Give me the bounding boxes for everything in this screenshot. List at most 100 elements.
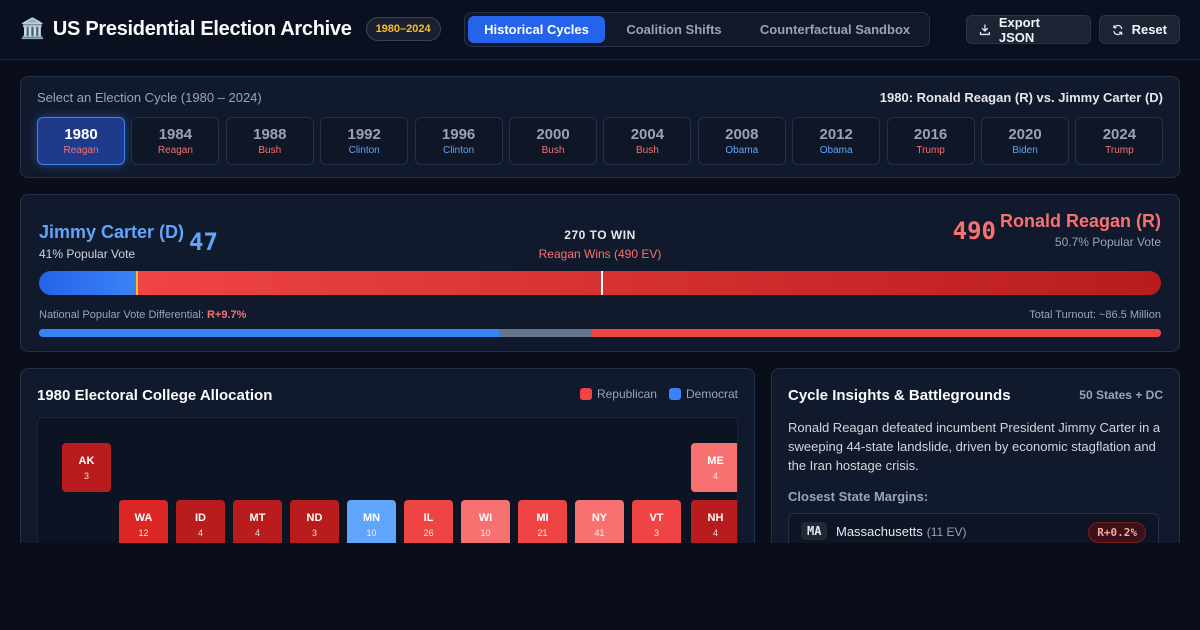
state-tile-nh[interactable]: NH 4 (691, 500, 737, 549)
state-tile-mt[interactable]: MT 4 (233, 500, 282, 549)
year-winner: Trump (916, 145, 945, 156)
state-electoral-votes: 4 (197, 528, 203, 538)
year-button-1984[interactable]: 1984 Reagan (131, 117, 220, 165)
state-tile-ny[interactable]: NY 41 (575, 500, 624, 549)
brand: 🏛️ US Presidential Election Archive 1980… (20, 17, 441, 41)
view-tabs: Historical Cycles Coalition Shifts Count… (464, 12, 930, 47)
ev-bar-dem-segment (39, 271, 138, 295)
year-winner: Bush (541, 145, 565, 156)
state-abbr: NH (707, 512, 724, 524)
year-winner: Clinton (443, 145, 475, 156)
ev-bar-rep-segment (137, 271, 1161, 295)
legend-democrat-label: Democrat (685, 387, 738, 401)
year-button-2000[interactable]: 2000 Bush (509, 117, 597, 165)
state-electoral-votes: 4 (712, 471, 718, 481)
state-abbr: ND (306, 512, 323, 524)
state-electoral-votes: 21 (537, 528, 548, 538)
tab-counterfactual-sandbox[interactable]: Counterfactual Sandbox (743, 16, 927, 43)
year-winner: Bush (258, 145, 282, 156)
state-code: MA (801, 522, 828, 540)
state-abbr: NY (591, 512, 608, 524)
popular-vote-differential: National Popular Vote Differential: R+9.… (39, 309, 246, 321)
state-abbr: MN (362, 512, 381, 524)
state-tile-wa[interactable]: WA 12 (119, 500, 168, 549)
270-threshold-marker (601, 271, 604, 295)
legend-democrat: Democrat (668, 387, 738, 401)
year-winner: Trump (1105, 145, 1134, 156)
insights-title: Cycle Insights & Battlegrounds (788, 387, 1011, 404)
app-title: US Presidential Election Archive (52, 17, 352, 40)
year-button-1980[interactable]: 1980 Reagan (37, 117, 125, 165)
tab-coalition-shifts[interactable]: Coalition Shifts (607, 16, 741, 43)
state-abbr: VT (649, 512, 664, 524)
republican-swatch (579, 388, 592, 400)
state-electoral-votes: 10 (480, 528, 491, 538)
state-abbr: MI (536, 512, 549, 524)
state-tile-id[interactable]: ID 4 (176, 500, 225, 549)
rep-electoral-votes: 490 (952, 217, 996, 245)
year-button-2016[interactable]: 2016 Trump (886, 117, 975, 165)
year-winner: Reagan (63, 145, 99, 156)
popular-vote-bar (39, 329, 1161, 337)
year-label: 1988 (253, 126, 287, 143)
cycle-summary: Ronald Reagan defeated incumbent Preside… (788, 420, 1161, 473)
year-label: 2024 (1102, 126, 1137, 143)
year-label: 2016 (913, 126, 948, 143)
state-abbr: WI (478, 512, 493, 524)
year-button-2004[interactable]: 2004 Bush (603, 117, 692, 165)
state-electoral-votes: 3 (653, 528, 659, 538)
year-button-1992[interactable]: 1992 Clinton (320, 117, 409, 165)
year-winner: Obama (819, 145, 853, 156)
state-tile-wi[interactable]: WI 10 (461, 500, 510, 549)
year-button-1988[interactable]: 1988 Bush (225, 117, 314, 165)
year-label: 2008 (725, 126, 759, 143)
reset-button[interactable]: Reset (1099, 15, 1180, 44)
year-winner: Clinton (348, 145, 380, 156)
year-label: 2000 (536, 126, 570, 143)
year-button-2020[interactable]: 2020 Biden (981, 117, 1069, 165)
rep-candidate-name: Ronald Reagan (R) (999, 211, 1161, 231)
capitol-icon: 🏛️ (20, 18, 45, 40)
year-label: 1992 (347, 126, 381, 143)
legend-republican-label: Republican (596, 387, 657, 401)
state-abbr: WA (134, 512, 153, 524)
pop-bar-rep-segment (592, 329, 1161, 337)
year-button-2008[interactable]: 2008 Obama (697, 117, 786, 165)
matchup-title: 1980: Ronald Reagan (R) vs. Jimmy Carter… (879, 90, 1163, 105)
year-button-2024[interactable]: 2024 Trump (1075, 117, 1164, 165)
year-winner: Reagan (157, 145, 193, 156)
states-count: 50 States + DC (1079, 388, 1163, 402)
state-tile-me[interactable]: ME 4 (691, 443, 737, 492)
tab-historical-cycles[interactable]: Historical Cycles (468, 16, 605, 43)
year-winner: Biden (1012, 145, 1038, 156)
range-badge: 1980–2024 (365, 17, 441, 41)
state-tile-il[interactable]: IL 26 (404, 500, 453, 549)
state-abbr: ID (195, 512, 206, 524)
differential-label: National Popular Vote Differential: (39, 309, 204, 321)
state-electoral-votes: 26 (423, 528, 434, 538)
state-abbr: AK (78, 455, 95, 467)
state-tile-vt[interactable]: VT 3 (632, 500, 681, 549)
state-tile-nd[interactable]: ND 3 (290, 500, 339, 549)
export-json-button[interactable]: Export JSON (966, 14, 1091, 45)
state-electoral-votes: 4 (712, 528, 718, 538)
year-label: 2020 (1008, 126, 1042, 143)
year-button-1996[interactable]: 1996 Clinton (414, 117, 503, 165)
state-electoral-votes: 10 (366, 528, 377, 538)
state-tile-ak[interactable]: AK 3 (62, 443, 111, 492)
state-tile-mi[interactable]: MI 21 (518, 500, 567, 549)
export-json-label: Export JSON (998, 14, 1041, 45)
year-winner: Bush (635, 145, 659, 156)
reset-label: Reset (1131, 22, 1167, 37)
state-ev: (11 EV) (926, 525, 967, 539)
electoral-vote-bar (39, 271, 1161, 295)
rep-popular-vote: 50.7% Popular Vote (1054, 235, 1161, 249)
download-icon (979, 23, 991, 35)
state-tile-mn[interactable]: MN 10 (347, 500, 396, 549)
state-name-group: Massachusetts (11 EV) (836, 524, 967, 539)
insights-panel: Cycle Insights & Battlegrounds 50 States… (771, 368, 1180, 568)
year-label: 1996 (441, 126, 476, 143)
year-button-2012[interactable]: 2012 Obama (792, 117, 881, 165)
state-abbr: IL (423, 512, 434, 524)
legend-republican: Republican (579, 387, 657, 401)
